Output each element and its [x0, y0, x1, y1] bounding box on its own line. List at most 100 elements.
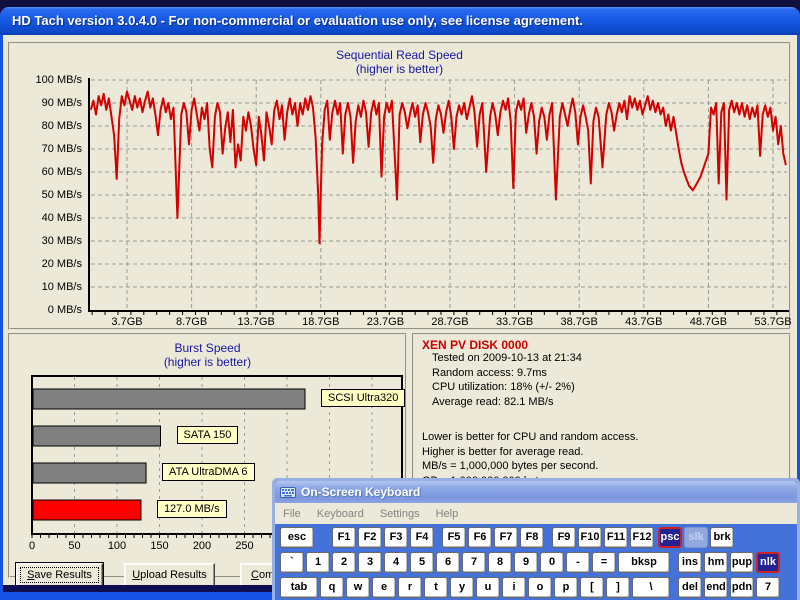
- upload-label-key: U: [132, 569, 140, 581]
- key-9[interactable]: 9: [514, 552, 538, 573]
- key-end[interactable]: end: [704, 577, 728, 598]
- save-results-button[interactable]: Save Results: [16, 563, 103, 587]
- key-7[interactable]: 7: [462, 552, 486, 573]
- key-backslash[interactable]: \: [632, 577, 670, 598]
- key-f1[interactable]: F1: [332, 527, 356, 548]
- key-numpad-7[interactable]: 7: [756, 577, 780, 598]
- key-e[interactable]: e: [372, 577, 396, 598]
- key-p[interactable]: p: [554, 577, 578, 598]
- key-q[interactable]: q: [320, 577, 344, 598]
- key-bracket-right[interactable]: ]: [606, 577, 630, 598]
- key-1[interactable]: 1: [306, 552, 330, 573]
- key-f7[interactable]: F7: [494, 527, 518, 548]
- osk-menu-keyboard[interactable]: Keyboard: [309, 508, 372, 520]
- key-tab[interactable]: tab: [280, 577, 318, 598]
- key-2[interactable]: 2: [332, 552, 356, 573]
- key-del[interactable]: del: [678, 577, 702, 598]
- x-tick-label: 50: [58, 540, 92, 552]
- key-equals[interactable]: =: [592, 552, 616, 573]
- y-tick-label: 40 MB/s: [20, 212, 82, 224]
- osk-menu-settings[interactable]: Settings: [372, 508, 428, 520]
- key-f5[interactable]: F5: [442, 527, 466, 548]
- key-f2[interactable]: F2: [358, 527, 382, 548]
- key-f3[interactable]: F3: [384, 527, 408, 548]
- key-i[interactable]: i: [502, 577, 526, 598]
- key-f9[interactable]: F9: [552, 527, 576, 548]
- x-tick-label: 200: [185, 540, 219, 552]
- x-tick-label: 33.7GB: [490, 316, 540, 328]
- keyboard-row: tabqwertyuiop[]\ delendpdn7: [280, 577, 792, 598]
- burst-bar: [33, 500, 141, 520]
- key-3[interactable]: 3: [358, 552, 382, 573]
- key-r[interactable]: r: [398, 577, 422, 598]
- key-f4[interactable]: F4: [410, 527, 434, 548]
- key-y[interactable]: y: [450, 577, 474, 598]
- y-tick-label: 100 MB/s: [20, 74, 82, 86]
- key-5[interactable]: 5: [410, 552, 434, 573]
- x-tick-label: 0: [15, 540, 49, 552]
- key-f10[interactable]: F10: [578, 527, 602, 548]
- key-pdn[interactable]: pdn: [730, 577, 754, 598]
- hdtach-titlebar[interactable]: HD Tach version 3.0.4.0 - For non-commer…: [0, 7, 800, 35]
- info-note-line: MB/s = 1,000,000 bytes per second.: [422, 460, 598, 472]
- x-tick-label: 8.7GB: [167, 316, 217, 328]
- drive-name: XEN PV DISK 0000: [422, 338, 528, 352]
- key-u[interactable]: u: [476, 577, 500, 598]
- bar-label: SATA 150: [177, 426, 239, 444]
- key-w[interactable]: w: [346, 577, 370, 598]
- key-nlk[interactable]: nlk: [756, 552, 780, 573]
- y-tick-label: 80 MB/s: [20, 120, 82, 132]
- bar-label: SCSI Ultra320: [321, 389, 405, 407]
- bar-label: ATA UltraDMA 6: [162, 463, 254, 481]
- key-ins[interactable]: ins: [678, 552, 702, 573]
- key-t[interactable]: t: [424, 577, 448, 598]
- key-f12[interactable]: F12: [630, 527, 654, 548]
- key-o[interactable]: o: [528, 577, 552, 598]
- info-note-line: Lower is better for CPU and random acces…: [422, 431, 638, 443]
- burst-bar: [33, 389, 305, 409]
- key-slk[interactable]: slk: [684, 527, 708, 548]
- y-tick-label: 20 MB/s: [20, 258, 82, 270]
- info-stat-line: Average read: 82.1 MB/s: [432, 396, 553, 408]
- x-tick-label: 48.7GB: [683, 316, 733, 328]
- x-tick-label: 23.7GB: [360, 316, 410, 328]
- x-tick-label: 13.7GB: [231, 316, 281, 328]
- osk-menu-file[interactable]: File: [275, 508, 309, 520]
- osk-key-area: esc F1F2F3F4 F5F6F7F8 F9F10F11F12pscslkbrk `…: [275, 524, 797, 600]
- keyboard-row: esc F1F2F3F4 F5F6F7F8 F9F10F11F12pscslkbrk: [280, 527, 792, 548]
- x-tick-label: 3.7GB: [102, 316, 152, 328]
- key-pup[interactable]: pup: [730, 552, 754, 573]
- key-bksp[interactable]: bksp: [618, 552, 670, 573]
- key-minus[interactable]: -: [566, 552, 590, 573]
- key-grave[interactable]: `: [280, 552, 304, 573]
- key-8[interactable]: 8: [488, 552, 512, 573]
- key-psc[interactable]: psc: [658, 527, 682, 548]
- key-6[interactable]: 6: [436, 552, 460, 573]
- burst-bar: [33, 426, 161, 446]
- osk-titlebar[interactable]: On-Screen Keyboard: [275, 481, 797, 503]
- x-tick-label: 43.7GB: [619, 316, 669, 328]
- info-note-line: Higher is better for average read.: [422, 446, 583, 458]
- onscreen-keyboard-window: On-Screen Keyboard FileKeyboardSettingsH…: [272, 478, 800, 600]
- osk-menubar: FileKeyboardSettingsHelp: [275, 503, 797, 524]
- key-4[interactable]: 4: [384, 552, 408, 573]
- read-speed-line: [91, 92, 786, 244]
- upload-results-button[interactable]: Upload Results: [124, 563, 215, 587]
- key-0[interactable]: 0: [540, 552, 564, 573]
- x-tick-label: 100: [100, 540, 134, 552]
- x-tick-label: 250: [228, 540, 262, 552]
- upload-label-post: pload Results: [140, 569, 207, 581]
- save-label-post: ave Results: [34, 569, 91, 581]
- key-f11[interactable]: F11: [604, 527, 628, 548]
- y-tick-label: 60 MB/s: [20, 166, 82, 178]
- key-esc[interactable]: esc: [280, 527, 314, 548]
- key-brk[interactable]: brk: [710, 527, 734, 548]
- y-tick-label: 0 MB/s: [20, 304, 82, 316]
- key-bracket-left[interactable]: [: [580, 577, 604, 598]
- y-tick-label: 10 MB/s: [20, 281, 82, 293]
- key-hm[interactable]: hm: [704, 552, 728, 573]
- key-f6[interactable]: F6: [468, 527, 492, 548]
- seq-chart-plot: [10, 44, 789, 328]
- key-f8[interactable]: F8: [520, 527, 544, 548]
- osk-menu-help[interactable]: Help: [428, 508, 467, 520]
